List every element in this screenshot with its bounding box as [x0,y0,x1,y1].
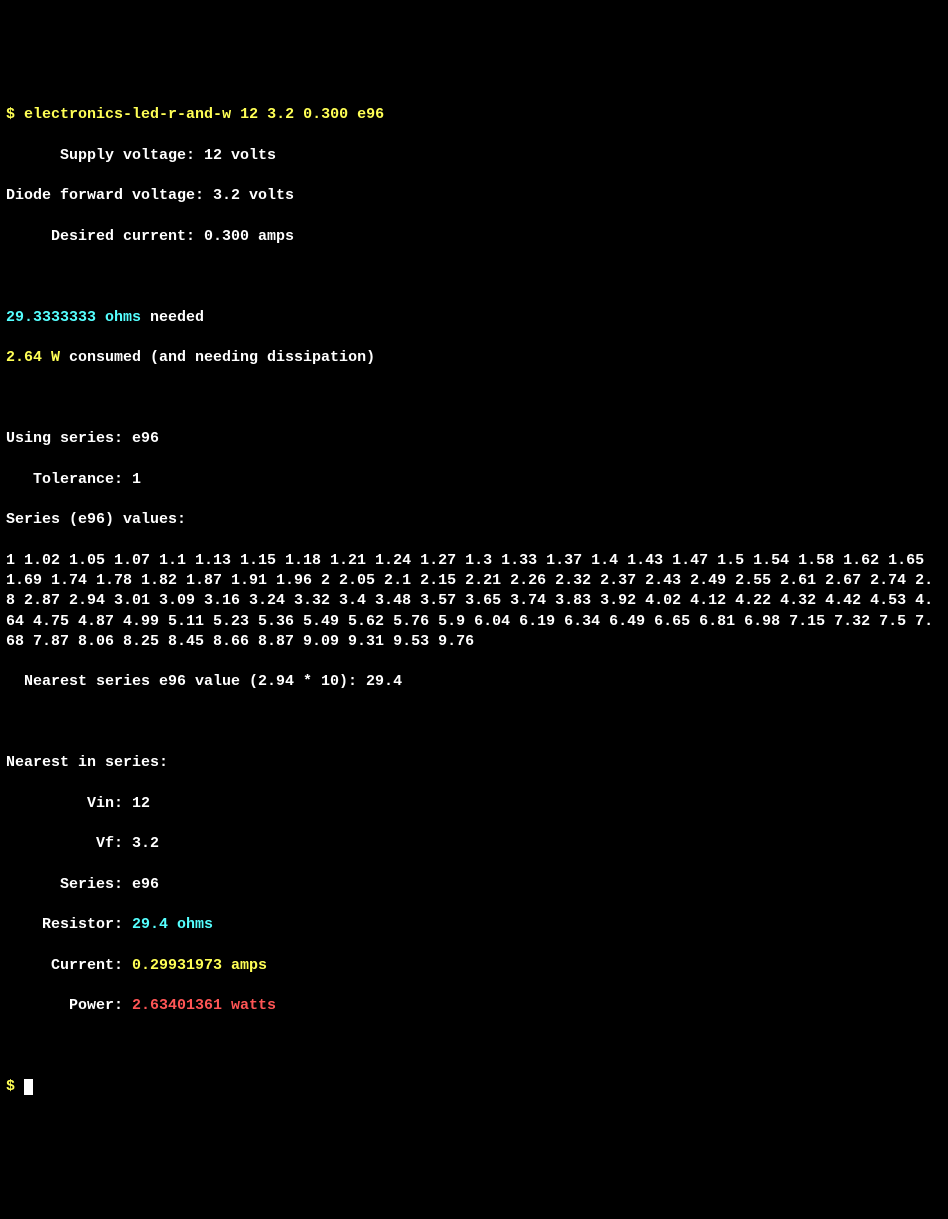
prompt-symbol: $ [6,1078,15,1095]
blank-line [6,713,942,733]
nearest-resistor-line: Resistor: 29.4 ohms [6,915,942,935]
supply-voltage-label: Supply voltage: [6,147,204,164]
tolerance-line: Tolerance: 1 [6,470,942,490]
terminal-output: $ electronics-led-r-and-w 12 3.2 0.300 e… [6,85,942,1118]
series-value: e96 [132,876,159,893]
supply-voltage-value: 12 volts [204,147,276,164]
diode-fv-value: 3.2 volts [213,187,294,204]
watts-suffix: consumed (and needing dissipation) [60,349,375,366]
vin-value: 12 [132,795,150,812]
blank-line [6,267,942,287]
power-label: Power: [6,997,132,1014]
nearest-series-value-line: Nearest series e96 value (2.94 * 10): 29… [6,672,942,692]
ohms-result-line: 29.3333333 ohms needed [6,308,942,328]
current-value: 0.29931973 amps [132,957,267,974]
nearest-series-line: Series: e96 [6,875,942,895]
vf-label: Vf: [6,835,132,852]
watts-result-line: 2.64 W consumed (and needing dissipation… [6,348,942,368]
ohms-suffix: needed [141,309,204,326]
nearest-vf-line: Vf: 3.2 [6,834,942,854]
nearest-power-line: Power: 2.63401361 watts [6,996,942,1016]
supply-voltage-line: Supply voltage: 12 volts [6,146,942,166]
diode-fv-line: Diode forward voltage: 3.2 volts [6,186,942,206]
prompt-symbol: $ [6,106,15,123]
desired-current-line: Desired current: 0.300 amps [6,227,942,247]
blank-line [6,389,942,409]
nearest-header: Nearest in series: [6,753,942,773]
resistor-value: 29.4 ohms [132,916,213,933]
watts-value: 2.64 W [6,349,60,366]
desired-current-label: Desired current: [6,228,204,245]
command-text: electronics-led-r-and-w 12 3.2 0.300 e96 [24,106,384,123]
current-label: Current: [6,957,132,974]
series-values-header: Series (e96) values: [6,510,942,530]
diode-fv-label: Diode forward voltage: [6,187,213,204]
power-value: 2.63401361 watts [132,997,276,1014]
desired-current-value: 0.300 amps [204,228,294,245]
nearest-vin-line: Vin: 12 [6,794,942,814]
vin-label: Vin: [6,795,132,812]
cursor [24,1079,33,1095]
using-series-line: Using series: e96 [6,429,942,449]
ohms-value: 29.3333333 ohms [6,309,141,326]
series-label: Series: [6,876,132,893]
blank-line [6,1037,942,1057]
prompt-line[interactable]: $ [6,1077,942,1097]
command-line: $ electronics-led-r-and-w 12 3.2 0.300 e… [6,105,942,125]
series-values-body: 1 1.02 1.05 1.07 1.1 1.13 1.15 1.18 1.21… [6,551,942,652]
nearest-current-line: Current: 0.29931973 amps [6,956,942,976]
resistor-label: Resistor: [6,916,132,933]
vf-value: 3.2 [132,835,159,852]
